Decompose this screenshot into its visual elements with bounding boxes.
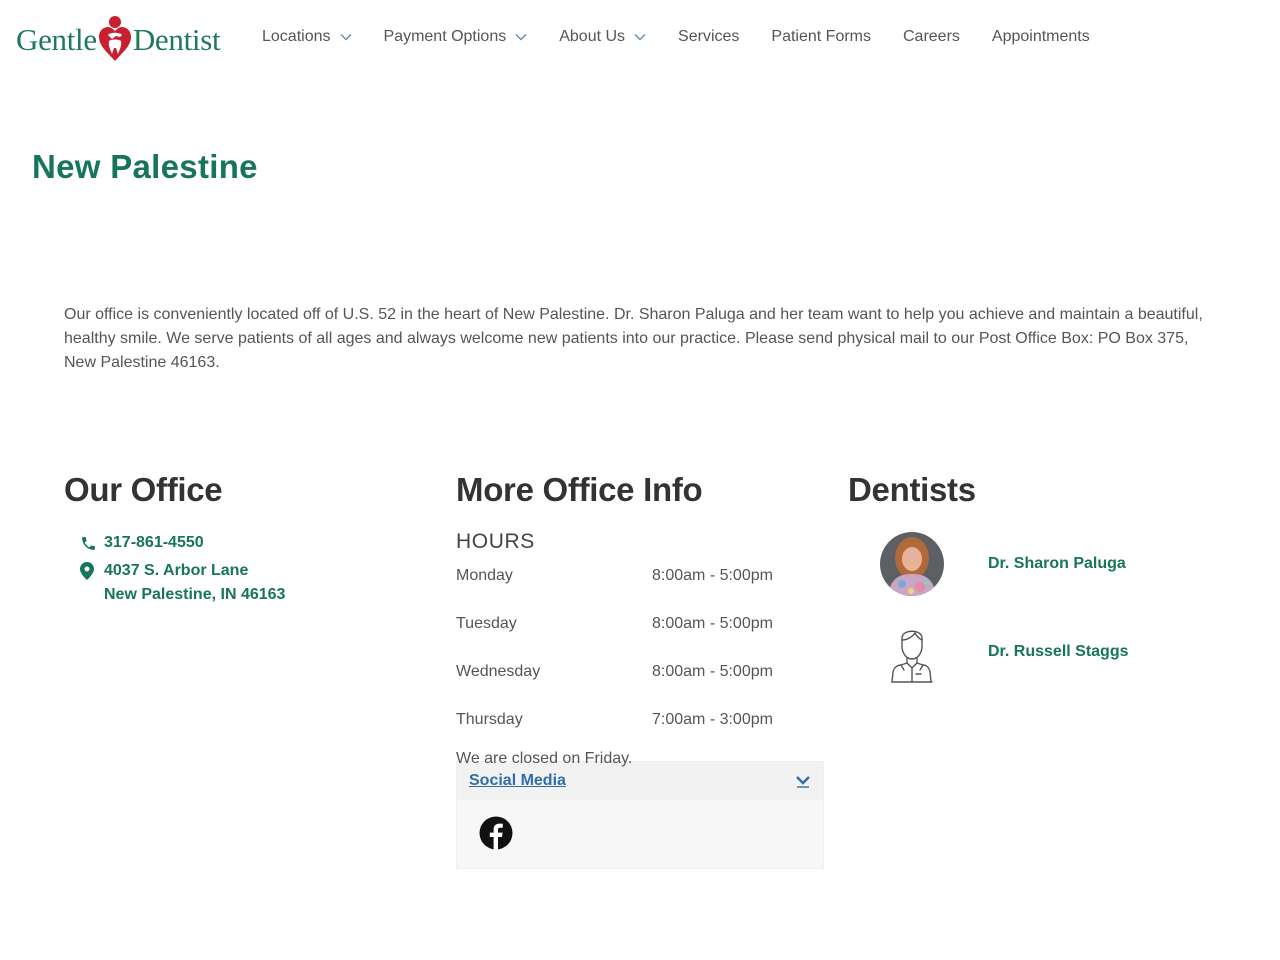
chevron-down-icon[interactable] xyxy=(795,774,811,788)
more-office-info-heading: More Office Info xyxy=(456,471,703,508)
dentists-section: Dentists Dr. Sharon Paluga Dr. Russell S… xyxy=(848,470,1228,684)
nav-item-label: Appointments xyxy=(991,28,1090,45)
hours-row: Tuesday 8:00am - 5:00pm xyxy=(456,612,824,660)
our-office-heading: Our Office xyxy=(64,471,223,508)
nav-item-about-us[interactable]: About Us xyxy=(559,28,646,46)
dentist-name[interactable]: Dr. Russell Staggs xyxy=(988,643,1129,661)
logo-text-right: Dentist xyxy=(132,21,221,57)
address-link[interactable]: 4037 S. Arbor Lane New Palestine, IN 461… xyxy=(80,559,424,607)
phone-icon xyxy=(80,531,104,555)
main-nav: Locations Payment Options About Us Servi… xyxy=(262,28,1122,46)
nav-item-payment-options[interactable]: Payment Options xyxy=(384,28,528,46)
hours-label: HOURS xyxy=(456,530,535,553)
heart-tooth-logo-icon xyxy=(98,16,131,61)
hours-day: Tuesday xyxy=(456,615,517,632)
nav-item-services[interactable]: Services xyxy=(678,28,739,46)
nav-item-label: Careers xyxy=(903,28,960,45)
hours-time: 8:00am - 5:00pm xyxy=(652,615,773,632)
nav-item-label: Services xyxy=(678,28,740,45)
dentist-name[interactable]: Dr. Sharon Paluga xyxy=(988,555,1126,573)
dentist-photo[interactable] xyxy=(880,532,944,596)
intro-paragraph: Our office is conveniently located off o… xyxy=(64,306,1203,371)
page-title: New Palestine xyxy=(32,148,258,185)
chevron-down-icon xyxy=(340,34,351,41)
nav-item-careers[interactable]: Careers xyxy=(903,28,960,46)
nav-item-label: Payment Options xyxy=(383,28,507,45)
site-header: Gentle Dentist Locations Payment Options… xyxy=(0,0,1280,80)
nav-item-label: Locations xyxy=(262,28,331,45)
phone-link[interactable]: 317-861-4550 xyxy=(80,531,424,555)
our-office-section: Our Office 317-861-4550 4037 S. Arbor La… xyxy=(64,470,424,607)
hours-row: Wednesday 8:00am - 5:00pm xyxy=(456,660,824,708)
person-outline-icon[interactable] xyxy=(880,620,944,684)
chevron-down-icon xyxy=(634,34,646,41)
dentist-item[interactable]: Dr. Sharon Paluga xyxy=(848,532,1228,596)
hours-time: 8:00am - 5:00pm xyxy=(652,567,773,584)
logo-text-left: Gentle xyxy=(16,21,97,57)
hours-row: Monday 8:00am - 5:00pm xyxy=(456,564,824,612)
address-line-2: New Palestine, IN 46163 xyxy=(104,586,286,603)
chevron-down-icon xyxy=(515,34,527,41)
hours-time: 7:00am - 3:00pm xyxy=(652,711,773,728)
hours-time: 8:00am - 5:00pm xyxy=(652,663,773,680)
hours-day: Monday xyxy=(456,567,513,584)
nav-item-label: About Us xyxy=(559,28,626,45)
address: 4037 S. Arbor Lane New Palestine, IN 461… xyxy=(104,559,285,607)
dentist-item[interactable]: Dr. Russell Staggs xyxy=(848,620,1228,684)
site-logo[interactable]: Gentle Dentist xyxy=(16,14,221,64)
hours-day: Wednesday xyxy=(456,663,541,680)
nav-item-label: Patient Forms xyxy=(771,28,871,45)
nav-item-patient-forms[interactable]: Patient Forms xyxy=(771,28,871,46)
map-pin-icon xyxy=(80,559,104,583)
nav-item-locations[interactable]: Locations xyxy=(262,28,352,46)
phone-number: 317-861-4550 xyxy=(104,534,204,551)
social-media-body xyxy=(457,800,823,868)
facebook-icon[interactable] xyxy=(479,816,513,850)
social-media-accordion: Social Media xyxy=(456,761,824,869)
nav-item-appointments[interactable]: Appointments xyxy=(992,28,1090,46)
address-line-1: 4037 S. Arbor Lane xyxy=(104,562,249,579)
hours-table: Monday 8:00am - 5:00pm Tuesday 8:00am - … xyxy=(456,564,824,756)
more-office-info-section: More Office Info HOURS Monday 8:00am - 5… xyxy=(456,470,824,869)
social-media-title[interactable]: Social Media xyxy=(469,772,566,790)
dentists-heading: Dentists xyxy=(848,471,976,508)
